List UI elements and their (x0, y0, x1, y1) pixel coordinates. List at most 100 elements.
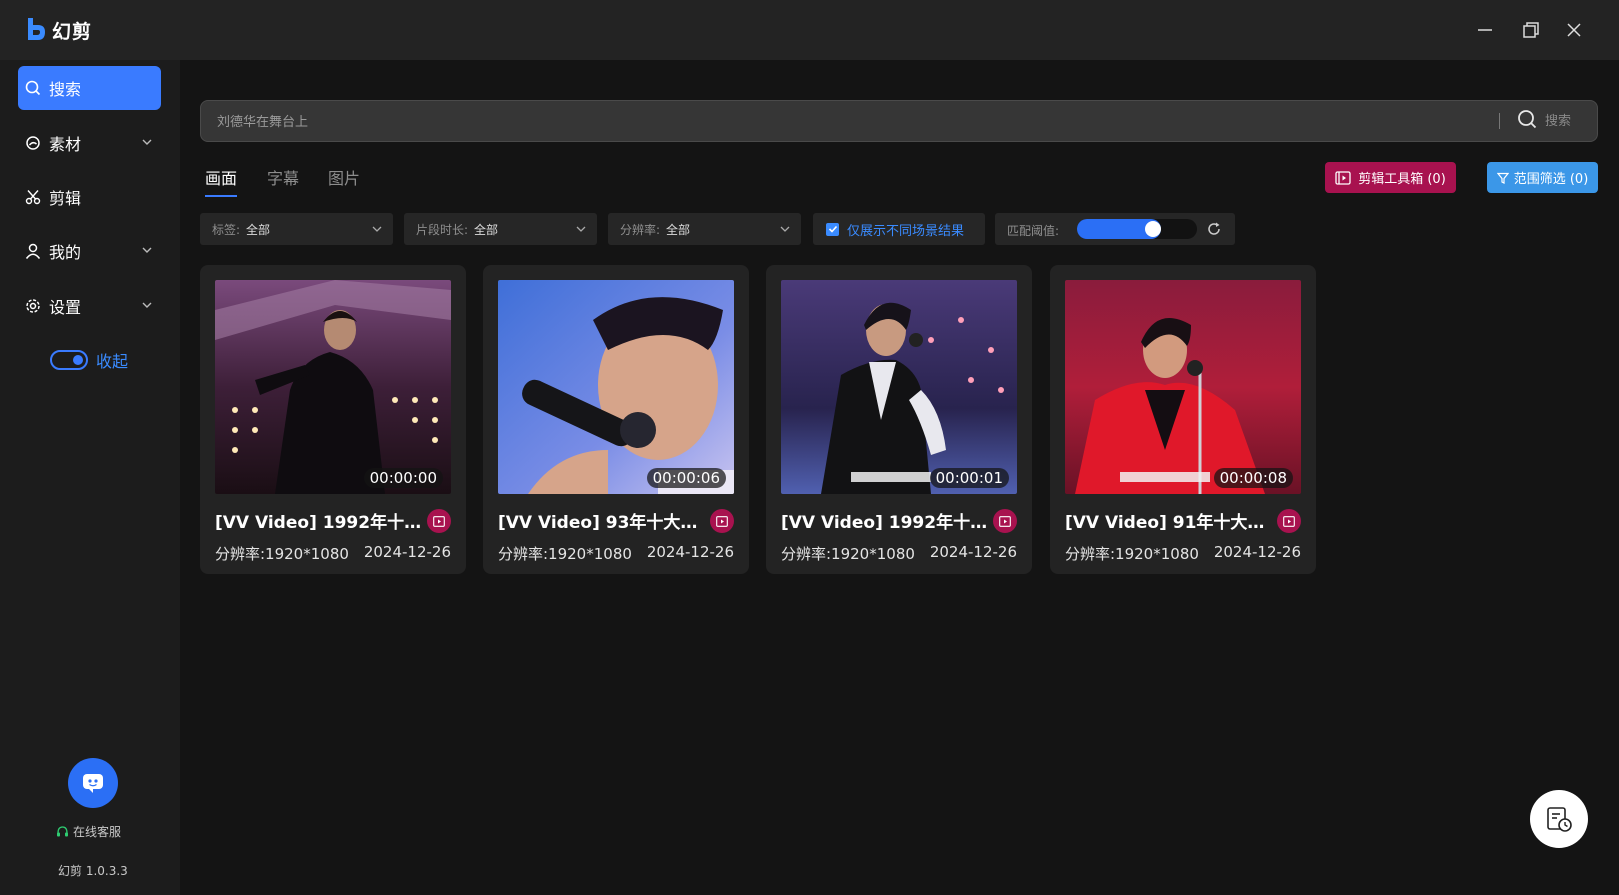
app-name: 幻剪 (52, 20, 93, 43)
sidebar-item-label: 设置 (49, 298, 82, 317)
tab-images[interactable]: 图片 (328, 165, 360, 189)
edit-toolbox-button[interactable]: 剪辑工具箱 (0) (1325, 162, 1456, 193)
search-icon (25, 80, 41, 96)
resolution-select-label: 分辨率: (620, 222, 661, 237)
range-filter-button[interactable]: 范围筛选 (0) (1487, 162, 1598, 193)
toolbox-icon (716, 515, 728, 527)
gear-icon (25, 298, 41, 314)
video-thumbnail[interactable]: 00:00:01 (781, 280, 1017, 494)
video-date: 2024-12-26 (929, 543, 1017, 561)
toolbox-icon (433, 515, 445, 527)
video-thumbnail[interactable]: 00:00:00 (215, 280, 451, 494)
support-link[interactable]: 在线客服 (56, 823, 121, 840)
support-label: 在线客服 (73, 825, 122, 839)
video-resolution: 分辨率:1920*1080 (1065, 545, 1199, 563)
video-date: 2024-12-26 (646, 543, 734, 561)
resolution-select-value: 全部 (666, 222, 691, 237)
app-version: 幻剪 1.0.3.3 (58, 864, 128, 878)
collapse-toggle[interactable]: 收起 (50, 348, 128, 372)
support-chat-button[interactable] (68, 758, 118, 808)
sidebar-item-settings[interactable]: 设置 (18, 284, 161, 328)
search-button[interactable]: 搜索 (1517, 109, 1571, 129)
threshold-slider-handle[interactable] (1145, 221, 1161, 237)
duration-select-label: 片段时长: (416, 222, 469, 237)
search-icon (1518, 110, 1537, 129)
duration-select-value: 全部 (474, 222, 499, 237)
tag-select-value: 全部 (246, 222, 271, 237)
video-duration: 00:00:00 (363, 468, 443, 488)
result-card[interactable]: 00:00:06 [VV Video] 93年十大劲... 分辨率:1920*1… (483, 265, 749, 574)
sidebar-item-material[interactable]: 素材 (18, 121, 161, 165)
restore-icon[interactable] (1519, 18, 1543, 42)
sidebar-item-label: 剪辑 (49, 189, 82, 208)
check-icon (828, 225, 837, 233)
tag-select-label: 标签: (212, 222, 241, 237)
video-thumbnail[interactable]: 00:00:06 (498, 280, 734, 494)
scissors-icon (25, 189, 41, 205)
sidebar-item-label: 搜索 (49, 80, 82, 99)
close-icon[interactable] (1562, 18, 1586, 42)
filter-label: 范围筛选 (0) (1513, 172, 1589, 187)
add-to-toolbox-button[interactable] (427, 509, 451, 533)
refresh-icon[interactable] (1207, 222, 1221, 236)
video-title: [VV Video] 1992年十大... (781, 513, 991, 533)
toolbox-icon (1335, 170, 1351, 185)
tab-subtitles[interactable]: 字幕 (267, 165, 299, 189)
chevron-down-icon (142, 139, 152, 145)
title-bar: 幻剪 (0, 0, 1619, 60)
add-to-toolbox-button[interactable] (710, 509, 734, 533)
video-duration: 00:00:08 (1213, 468, 1293, 488)
video-title: [VV Video] 93年十大劲... (498, 513, 708, 533)
match-threshold: 匹配阈值: (995, 213, 1235, 245)
tag-select[interactable]: 标签: 全部 (200, 213, 393, 245)
history-button[interactable] (1530, 790, 1588, 848)
minimize-icon[interactable] (1473, 18, 1497, 42)
sidebar-item-mine[interactable]: 我的 (18, 229, 161, 273)
video-thumbnail[interactable]: 00:00:08 (1065, 280, 1301, 494)
sidebar-item-label: 我的 (49, 243, 82, 262)
unique-scene-label: 仅展示不同场景结果 (847, 223, 965, 239)
video-duration: 00:00:01 (929, 468, 1009, 488)
material-icon (25, 135, 41, 151)
video-resolution: 分辨率:1920*1080 (498, 545, 632, 563)
chat-bot-icon (83, 774, 103, 793)
video-resolution: 分辨率:1920*1080 (781, 545, 915, 563)
unique-scene-checkbox[interactable]: 仅展示不同场景结果 (813, 213, 985, 245)
sidebar-item-edit[interactable]: 剪辑 (18, 175, 161, 219)
video-duration: 00:00:06 (646, 468, 726, 488)
headset-icon (57, 826, 68, 837)
toolbox-icon (999, 515, 1011, 527)
chevron-down-icon (142, 247, 152, 253)
search-input[interactable] (215, 101, 1419, 143)
add-to-toolbox-button[interactable] (1277, 509, 1301, 533)
chevron-down-icon (780, 226, 790, 232)
video-date: 2024-12-26 (363, 543, 451, 561)
video-title: [VV Video] 1992年十大... (215, 513, 425, 533)
resolution-select[interactable]: 分辨率: 全部 (608, 213, 801, 245)
chevron-down-icon (576, 226, 586, 232)
result-card[interactable]: 00:00:00 [VV Video] 1992年十大... 分辨率:1920*… (200, 265, 466, 574)
collapse-label: 收起 (96, 352, 129, 371)
sidebar: 搜索 素材 剪辑 我的 设置 收起 在线客服 幻剪 1.0.3.3 (0, 60, 180, 895)
video-date: 2024-12-26 (1213, 543, 1301, 561)
toolbox-icon (1283, 515, 1295, 527)
result-card[interactable]: 00:00:08 [VV Video] 91年十大劲... 分辨率:1920*1… (1050, 265, 1316, 574)
filter-icon (1496, 172, 1509, 184)
toolbox-label: 剪辑工具箱 (0) (1358, 172, 1446, 187)
history-list-icon (1547, 807, 1572, 832)
search-button-label: 搜索 (1545, 113, 1572, 129)
search-divider (1499, 113, 1500, 129)
add-to-toolbox-button[interactable] (993, 509, 1017, 533)
threshold-slider[interactable] (1077, 219, 1197, 239)
result-card[interactable]: 00:00:01 [VV Video] 1992年十大... 分辨率:1920*… (766, 265, 1032, 574)
user-icon (25, 243, 41, 259)
duration-select[interactable]: 片段时长: 全部 (404, 213, 597, 245)
toggle-switch[interactable] (50, 350, 88, 370)
checkbox-checked[interactable] (826, 222, 839, 236)
chevron-down-icon (372, 226, 382, 232)
video-title: [VV Video] 91年十大劲... (1065, 513, 1275, 533)
sidebar-item-label: 素材 (49, 135, 82, 154)
threshold-label: 匹配阈值: (1007, 224, 1060, 238)
tab-frames[interactable]: 画面 (205, 165, 237, 189)
sidebar-item-search[interactable]: 搜索 (18, 66, 161, 110)
